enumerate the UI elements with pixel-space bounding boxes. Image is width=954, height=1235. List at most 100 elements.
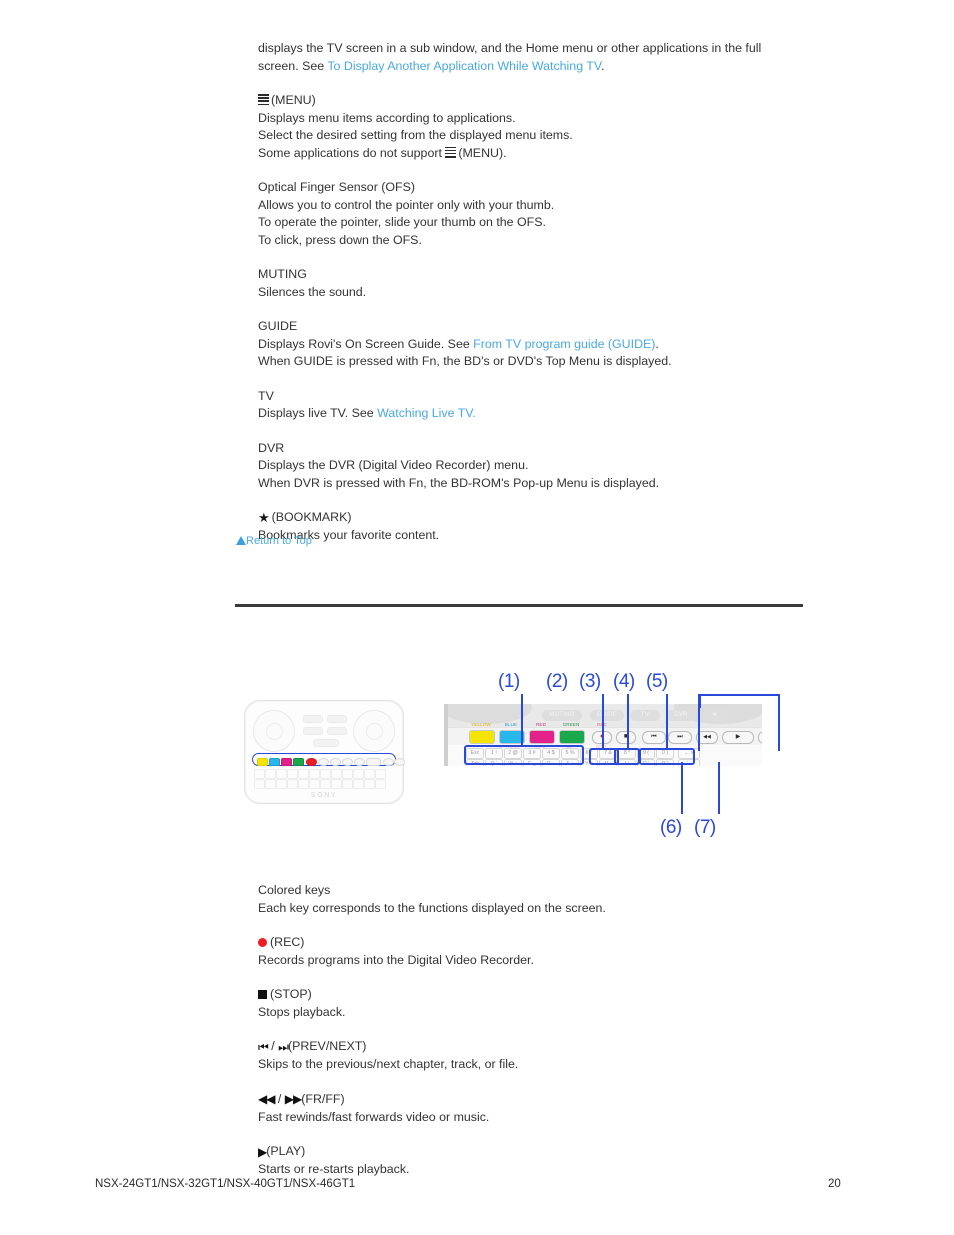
dvr-heading: DVR — [258, 440, 285, 455]
fr-ff-heading: ◀◀ / ▶▶(FR/FF) — [258, 1091, 818, 1109]
dvr-line-1: Displays the DVR (Digital Video Recorder… — [258, 458, 529, 472]
key-play — [366, 757, 381, 766]
dpad-left — [253, 710, 295, 752]
stop-square-icon — [258, 989, 267, 999]
button-dvr: DVR — [666, 710, 696, 721]
color-key-green — [559, 730, 585, 744]
section-muting: MUTING Silences the sound. — [258, 266, 818, 301]
key-rec — [306, 757, 317, 766]
section-guide: GUIDE Displays Rovi's On Screen Guide. S… — [258, 318, 818, 371]
triangle-up-icon — [236, 536, 246, 545]
button-play: ▶ — [722, 731, 754, 744]
dvr-line-2: When DVR is pressed with Fn, the BD-ROM'… — [258, 475, 660, 490]
button-tv: TV — [630, 710, 660, 721]
guide-line-1-pre: Displays Rovi's On Screen Guide. See — [258, 336, 474, 351]
callout-4: (4) — [613, 671, 635, 692]
leader-7 — [718, 762, 720, 814]
intro-paragraph: displays the TV screen in a sub window, … — [258, 40, 818, 75]
button-guide: GUIDE — [590, 710, 624, 721]
footer-model-numbers: NSX-24GT1/NSX-32GT1/NSX-40GT1/NSX-46GT1 — [95, 1178, 356, 1190]
rec-heading: (REC) — [258, 934, 818, 952]
key-blue — [269, 757, 280, 766]
muting-line-1: Silences the sound. — [258, 284, 367, 299]
key-yellow — [257, 757, 268, 766]
callout-1: (1) — [498, 671, 520, 692]
stop-line-1: Stops playback. — [258, 1004, 346, 1019]
menu-line-1: Displays menu items according to applica… — [258, 110, 516, 125]
section-menu: (MENU) Displays menu items according to … — [258, 92, 818, 162]
keyboard-row — [254, 769, 394, 779]
hamburger-menu-icon — [258, 94, 269, 106]
menu-line-3-post: (MENU). — [458, 145, 507, 160]
button-bookmark-star: ★ — [702, 710, 728, 721]
stop-heading: (STOP) — [258, 986, 818, 1004]
tv-heading: TV — [258, 388, 274, 403]
keyboard-row — [254, 779, 394, 789]
leader-1 — [521, 694, 523, 746]
fr-ff-sep: / — [274, 1091, 285, 1106]
manual-page: displays the TV screen in a sub window, … — [0, 0, 954, 1235]
color-key-label-yellow: YELLOW — [471, 722, 491, 727]
section-ofs: Optical Finger Sensor (OFS) Allows you t… — [258, 179, 818, 249]
menu-line-2: Select the desired setting from the disp… — [258, 128, 573, 142]
bookmark-line-1: Bookmarks your favorite content. — [258, 527, 440, 542]
prev-next-line-1: Skips to the previous/next chapter, trac… — [258, 1057, 519, 1071]
chip — [313, 739, 339, 747]
leader-5c — [778, 694, 780, 751]
brand-label: SONY — [310, 792, 338, 799]
callout-7: (7) — [694, 817, 716, 838]
leader-5-bridge — [699, 694, 780, 696]
guide-line-2: When GUIDE is pressed with Fn, the BD's … — [258, 354, 672, 368]
body-content: displays the TV screen in a sub window, … — [258, 40, 818, 561]
desc-play: ▶(PLAY) Starts or re-starts playback. — [258, 1143, 818, 1179]
guide-line-1: Displays Rovi's On Screen Guide. See Fro… — [258, 336, 818, 354]
color-key-red — [529, 730, 555, 744]
link-from-tv-program-guide[interactable]: From TV program guide (GUIDE) — [473, 337, 655, 351]
fr-ff-heading-label: (FR/FF) — [301, 1091, 345, 1106]
leader-2 — [602, 694, 604, 748]
intro-line-2: screen. See To Display Another Applicati… — [258, 58, 818, 76]
ofs-line-2: To operate the pointer, slide your thumb… — [258, 215, 546, 229]
section-bookmark: ★ (BOOKMARK) Bookmarks your favorite cont… — [258, 509, 818, 544]
menu-line-3-pre: Some applications do not support — [258, 145, 446, 160]
muting-heading: MUTING — [258, 267, 307, 281]
button-pause: ▐▌ — [758, 731, 762, 744]
leader-5b — [698, 694, 700, 751]
ofs-heading: Optical Finger Sensor (OFS) — [258, 180, 415, 194]
intro-line-2-pre: screen. See — [258, 58, 328, 73]
fast-forward-icon: ▶▶ — [284, 1092, 302, 1106]
desc-rec: (REC) Records programs into the Digital … — [258, 934, 818, 969]
color-key-yellow — [469, 730, 495, 744]
desc-stop: (STOP) Stops playback. — [258, 986, 818, 1021]
chip — [327, 727, 347, 735]
dpad-right — [353, 710, 395, 752]
prev-next-sep: / — [267, 1039, 279, 1053]
leader-4 — [666, 694, 668, 748]
link-watching-live-tv[interactable]: Watching Live TV. — [377, 406, 476, 420]
leader-6 — [681, 762, 683, 814]
return-to-top-link[interactable]: Return to Top — [236, 534, 312, 548]
color-key-label-green: GREEN — [562, 722, 580, 727]
guide-line-1-post: . — [655, 336, 659, 351]
tv-line-1: Displays live TV. See Watching Live TV. — [258, 405, 818, 423]
remote-overview-image: SONY — [244, 700, 405, 804]
chip — [327, 715, 347, 723]
key-red — [281, 757, 292, 766]
highlight-stop — [614, 748, 640, 765]
menu-line-3: Some applications do not support (MENU). — [258, 145, 818, 163]
key-pause — [383, 757, 394, 766]
link-display-another-application[interactable]: To Display Another Application While Wat… — [327, 59, 601, 73]
key-next — [342, 757, 353, 766]
intro-line-1: displays the TV screen in a sub window, … — [258, 41, 762, 55]
highlight-colored-keys — [464, 745, 584, 765]
ofs-line-3: To click, press down the OFS. — [258, 232, 422, 247]
highlight-prev-next — [639, 748, 695, 765]
section-dvr: DVR Displays the DVR (Digital Video Reco… — [258, 440, 818, 493]
media-key-row-highlight — [252, 753, 405, 766]
chip — [303, 727, 323, 735]
leader-3 — [627, 694, 629, 748]
stop-heading-label: (STOP) — [270, 987, 312, 1001]
button-descriptions: Colored keys Each key corresponds to the… — [258, 882, 818, 1196]
prev-icon: ⏮ — [258, 1039, 269, 1054]
prev-next-heading: ⏮ / ⏭(PREV/NEXT) — [258, 1038, 818, 1056]
